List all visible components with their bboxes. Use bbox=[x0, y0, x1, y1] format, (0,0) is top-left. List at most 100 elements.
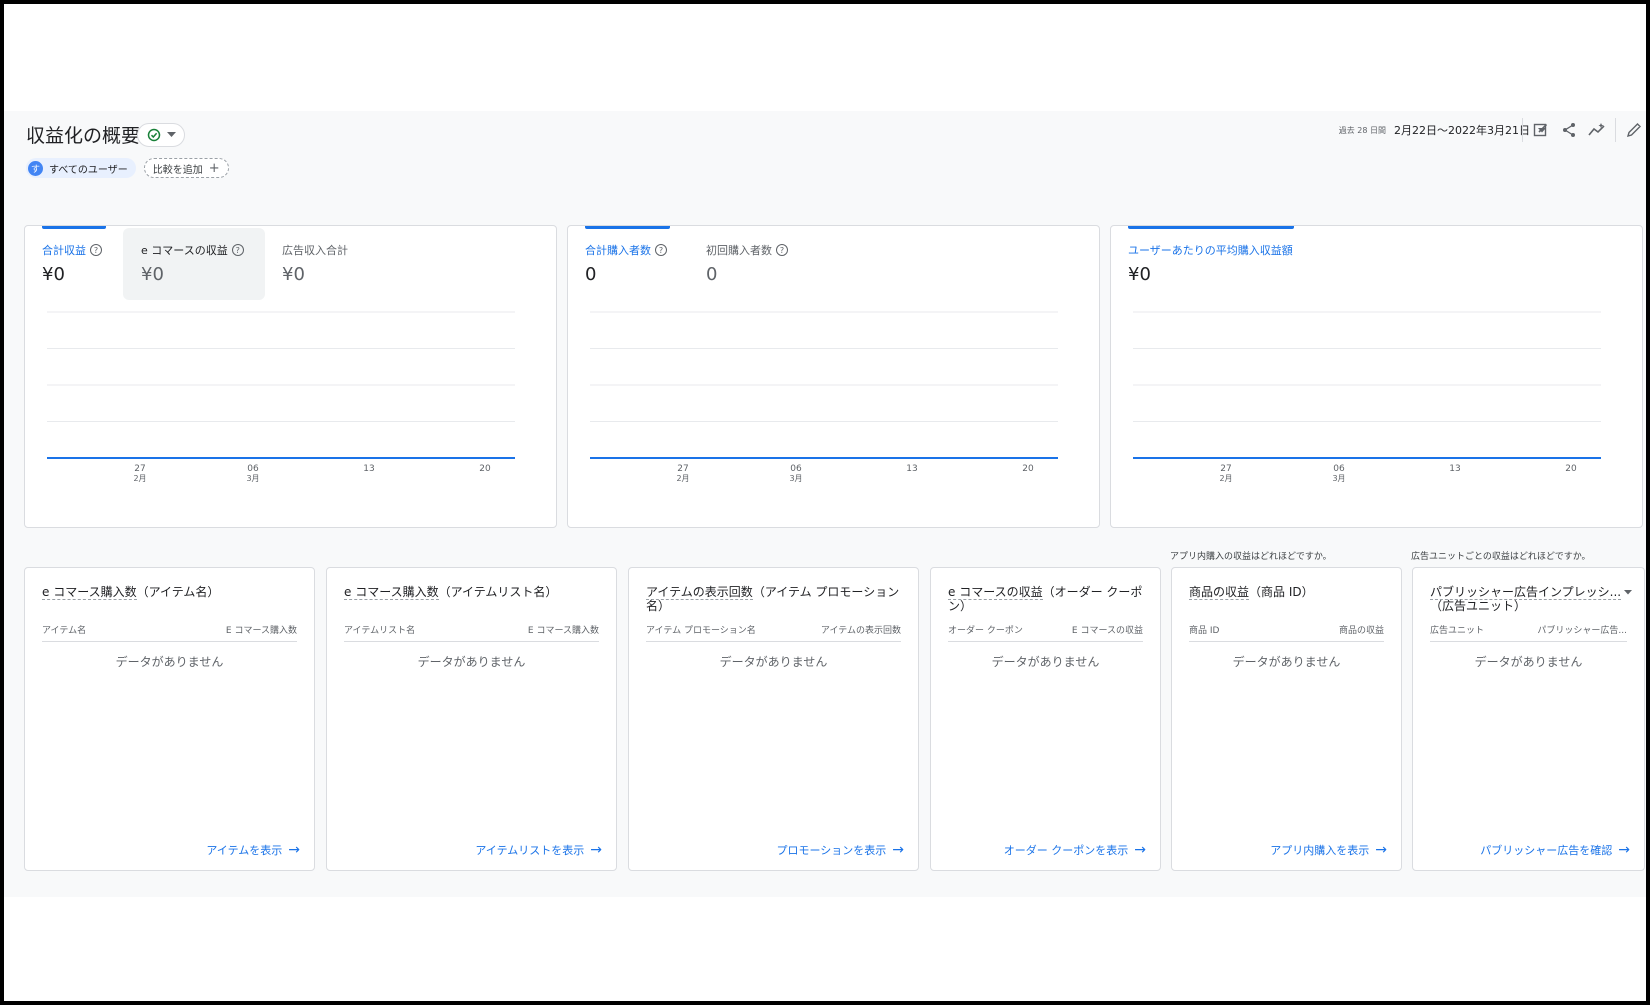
view-publisher-ads-link[interactable]: パブリッシャー広告を確認 → bbox=[1480, 842, 1630, 858]
x-tick-label: 20 bbox=[1565, 464, 1577, 474]
date-range-picker[interactable]: 過去 28 日間 2月22日～2022年3月21日 bbox=[1339, 122, 1546, 138]
table-header: アイテム プロモーション名 アイテムの表示回数 bbox=[646, 623, 901, 642]
x-tick-label: 20 bbox=[1022, 464, 1034, 474]
column-header: アイテム名 bbox=[42, 626, 87, 636]
card-product-revenue: 商品の収益（商品 ID） 商品 ID 商品の収益 データがありません アプリ内購入… bbox=[1171, 567, 1402, 871]
column-header: 商品 ID bbox=[1189, 626, 1220, 636]
x-tick-month-label: 3月 bbox=[789, 474, 802, 483]
arrow-right-icon: → bbox=[892, 842, 904, 858]
x-tick-label: 13 bbox=[1449, 464, 1460, 474]
customize-report-button[interactable] bbox=[1624, 120, 1644, 140]
column-header: 商品の収益 bbox=[1338, 626, 1384, 636]
check-circle-icon bbox=[147, 128, 160, 142]
no-data-message: データがありません bbox=[991, 655, 1100, 669]
purchasers-card: 合計購入者数? 0 初回購入者数? 0 27 2月 06 3月 13 20 bbox=[567, 225, 1100, 528]
card-publisher-ads: パブリッシャー広告インプレッシ...（広告ユニット） 広告ユニットパブリッシャー… bbox=[1412, 567, 1645, 871]
column-header: オーダー クーポン bbox=[948, 626, 1023, 636]
card-order-coupons: e コマースの収益（オーダー クーポン） オーダー クーポン E コマースの収益 … bbox=[930, 567, 1161, 871]
card-items-by-list: e コマース購入数（アイテムリスト名） アイテムリスト名 E コマース購入数 デー… bbox=[326, 567, 617, 871]
add-comparison-button[interactable]: 比較を追加 + bbox=[143, 158, 229, 178]
toolbar-divider bbox=[1615, 118, 1616, 142]
view-order-coupons-link[interactable]: オーダー クーポンを表示 → bbox=[1004, 842, 1146, 858]
x-tick-label: 20 bbox=[479, 464, 491, 474]
column-header: アイテム プロモーション名 bbox=[646, 626, 756, 636]
card-title[interactable]: アイテムの表示回数（アイテム プロモーション名） bbox=[646, 585, 904, 613]
table-header: アイテム名 E コマース購入数 bbox=[42, 623, 297, 642]
arrow-right-icon: → bbox=[590, 842, 602, 858]
segment-chip-all-users[interactable]: す すべてのユーザー bbox=[26, 158, 136, 178]
pencil-icon bbox=[1626, 123, 1641, 138]
card-title[interactable]: 商品の収益（商品 ID） bbox=[1189, 585, 1387, 600]
column-header: E コマース購入数 bbox=[225, 626, 297, 636]
x-tick-label: 06 bbox=[790, 464, 802, 474]
question-in-app-revenue: アプリ内購入の収益はどれほどですか。 bbox=[1170, 552, 1332, 562]
view-promotions-link[interactable]: プロモーションを表示 → bbox=[776, 842, 904, 858]
add-comparison-label: 比較を追加 bbox=[152, 164, 203, 176]
x-tick-label: 06 bbox=[247, 464, 259, 474]
revenue-trend-chart: 272月 063月 13 20 bbox=[47, 311, 515, 483]
table-header: 商品 ID 商品の収益 bbox=[1189, 623, 1384, 642]
x-tick-month-label: 2月 bbox=[1219, 474, 1232, 483]
card-items-by-name: e コマース購入数（アイテム名） アイテム名 E コマース購入数 データがありませ… bbox=[24, 567, 315, 871]
x-tick-month-label: 2月 bbox=[676, 474, 689, 483]
caret-down-icon[interactable] bbox=[1624, 590, 1632, 595]
card-title[interactable]: e コマース購入数（アイテムリスト名） bbox=[344, 585, 602, 600]
column-header: 広告ユニット bbox=[1430, 626, 1485, 636]
report-toolbar bbox=[1522, 118, 1644, 142]
view-in-app-purchases-link[interactable]: アプリ内購入を表示 → bbox=[1270, 842, 1387, 858]
x-tick-month-label: 3月 bbox=[1332, 474, 1345, 483]
x-tick-month-label: 3月 bbox=[246, 474, 259, 483]
segment-label: すべてのユーザー bbox=[49, 164, 128, 176]
column-header: E コマース購入数 bbox=[527, 626, 599, 636]
card-item-promotions: アイテムの表示回数（アイテム プロモーション名） アイテム プロモーション名 アイ… bbox=[628, 567, 919, 871]
no-data-message: データがありません bbox=[417, 655, 526, 669]
table-header: オーダー クーポン E コマースの収益 bbox=[948, 623, 1143, 642]
edit-report-button[interactable] bbox=[1531, 120, 1551, 140]
revenue-card: 合計収益? ¥0 e コマースの収益? ¥0 広告収入合計 ¥0 27 2月 06 3… bbox=[24, 225, 557, 528]
toolbar-divider bbox=[1522, 118, 1523, 142]
x-tick-label: 27 bbox=[1220, 464, 1231, 474]
arppu-card: ユーザーあたりの平均購入収益額 ¥0 27 2月 06 3月 13 20 bbox=[1110, 225, 1643, 528]
x-tick-label: 13 bbox=[363, 464, 374, 474]
caret-down-icon bbox=[166, 132, 176, 137]
table-header: アイテムリスト名 E コマース購入数 bbox=[344, 623, 599, 642]
plus-icon: + bbox=[208, 160, 220, 176]
insights-icon bbox=[1588, 123, 1605, 136]
segment-avatar: す bbox=[28, 160, 43, 176]
column-header: E コマースの収益 bbox=[1071, 626, 1143, 636]
card-title[interactable]: パブリッシャー広告インプレッシ...（広告ユニット） bbox=[1430, 585, 1622, 613]
segment-row: す すべてのユーザー 比較を追加 + bbox=[26, 158, 229, 178]
x-tick-month-label: 2月 bbox=[133, 474, 146, 483]
x-tick-label: 27 bbox=[134, 464, 145, 474]
card-title[interactable]: e コマースの収益（オーダー クーポン） bbox=[948, 585, 1146, 613]
share-button[interactable] bbox=[1559, 120, 1579, 140]
page-title: 収益化の概要 bbox=[26, 125, 141, 147]
column-header: アイテムの表示回数 bbox=[820, 626, 901, 636]
share-icon bbox=[1563, 123, 1575, 137]
view-item-lists-link[interactable]: アイテムリストを表示 → bbox=[475, 842, 602, 858]
arppu-trend-chart: 272月 063月 13 20 bbox=[1133, 311, 1601, 483]
insights-button[interactable] bbox=[1587, 120, 1607, 140]
column-header: パブリッシャー広告... bbox=[1537, 626, 1627, 636]
purchasers-trend-chart: 272月 063月 13 20 bbox=[590, 311, 1058, 483]
app-frame: 収益化の概要 す すべてのユーザー 比較を追加 + 過去 28 日間 2月22日… bbox=[4, 4, 1646, 1001]
arrow-right-icon: → bbox=[1134, 842, 1146, 858]
arrow-right-icon: → bbox=[288, 842, 300, 858]
view-items-link[interactable]: アイテムを表示 → bbox=[206, 842, 300, 858]
table-header: 広告ユニット パブリッシャー広告... bbox=[1430, 623, 1627, 642]
card-title[interactable]: e コマース購入数（アイテム名） bbox=[42, 585, 300, 600]
x-tick-label: 13 bbox=[906, 464, 917, 474]
no-data-message: データがありません bbox=[1474, 655, 1583, 669]
report-status-dropdown[interactable] bbox=[137, 123, 185, 147]
column-header: アイテムリスト名 bbox=[344, 626, 416, 636]
no-data-message: データがありません bbox=[115, 655, 224, 669]
x-tick-label: 27 bbox=[677, 464, 688, 474]
date-range-text: 2月22日～2022年3月21日 bbox=[1394, 124, 1530, 137]
edit-square-icon bbox=[1533, 123, 1548, 137]
arrow-right-icon: → bbox=[1618, 842, 1630, 858]
no-data-message: データがありません bbox=[1232, 655, 1341, 669]
no-data-message: データがありません bbox=[719, 655, 828, 669]
x-tick-label: 06 bbox=[1333, 464, 1345, 474]
date-range-prefix: 過去 28 日間 bbox=[1338, 125, 1386, 135]
arrow-right-icon: → bbox=[1375, 842, 1387, 858]
